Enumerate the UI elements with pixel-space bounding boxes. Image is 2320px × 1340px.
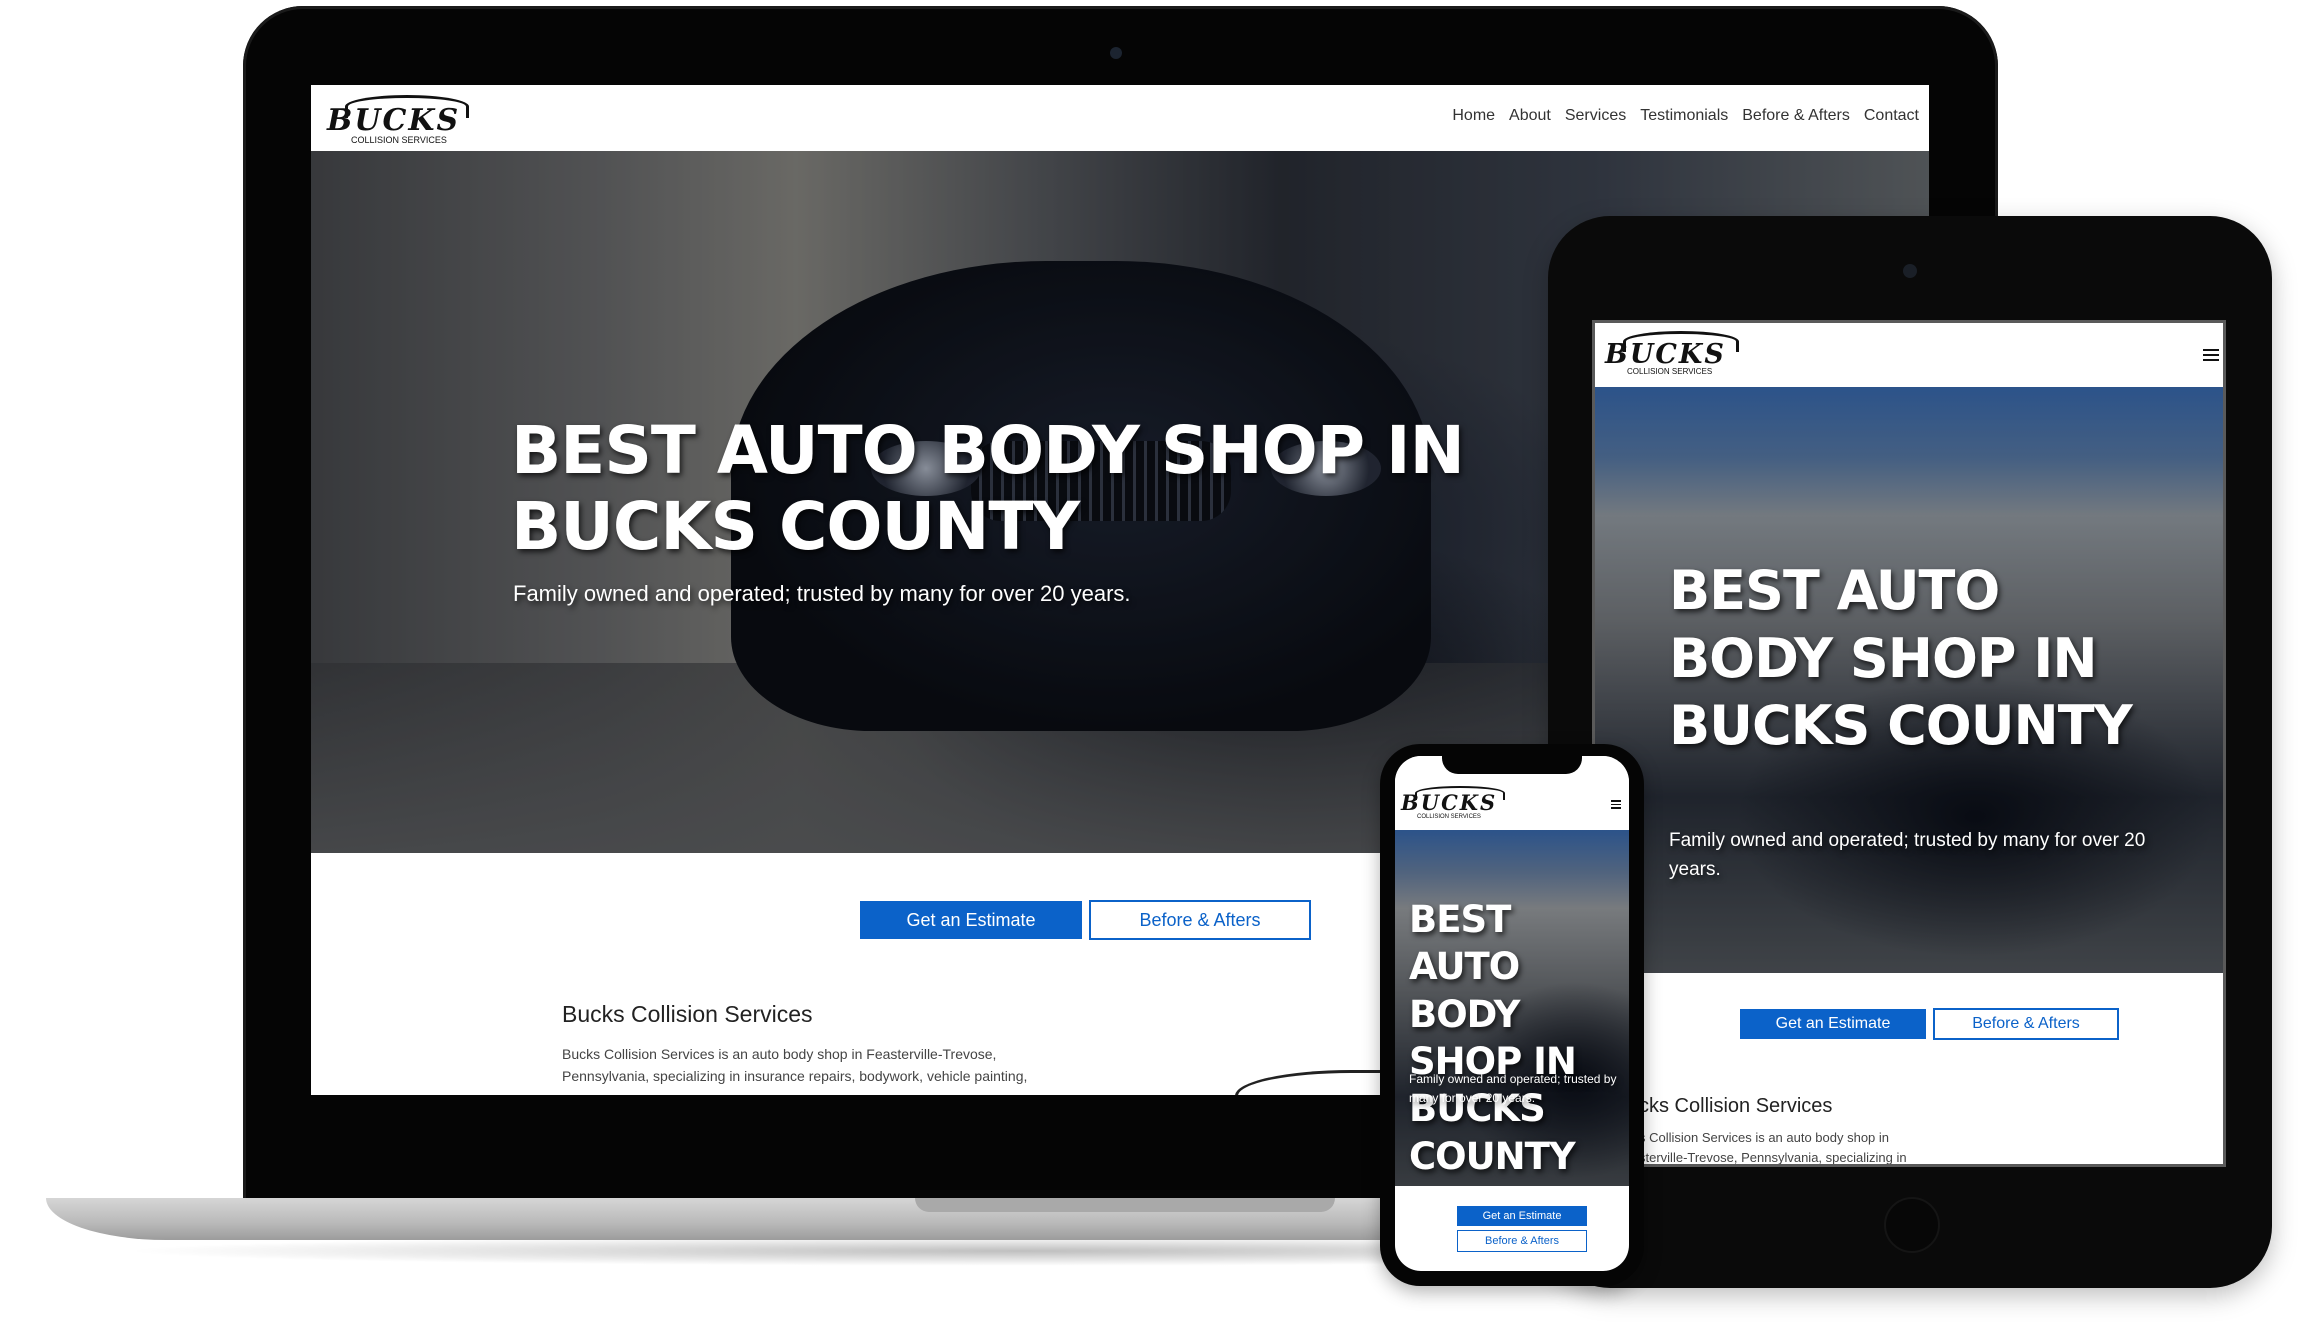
hero-subtitle: Family owned and operated; trusted by ma… <box>513 581 1131 606</box>
tablet-about-body-line-2: sterville-Trevose, Pennsylvania, special… <box>1639 1150 1907 1165</box>
logo-name: BUCKS <box>327 103 461 138</box>
nav-before-afters[interactable]: Before & Afters <box>1742 107 1850 125</box>
tablet-get-estimate-button[interactable]: Get an Estimate <box>1740 1009 1926 1039</box>
about-body: Bucks Collision Services is an auto body… <box>562 1046 1028 1085</box>
about-title: Bucks Collision Services <box>562 1001 813 1027</box>
nav-home[interactable]: Home <box>1452 107 1495 125</box>
phone-before-afters-button[interactable]: Before & Afters <box>1457 1230 1587 1252</box>
tablet-about-title: cks Collision Services <box>1639 1095 1833 1117</box>
nav-services[interactable]: Services <box>1565 107 1626 125</box>
nav-contact[interactable]: Contact <box>1864 107 1919 125</box>
tablet-logo-tagline: COLLISION SERVICES <box>1627 367 1713 376</box>
phone-hero-title: BEST AUTO BODY SHOP IN BUCKS COUNTY <box>1409 898 1577 1178</box>
logo-tagline: COLLISION SERVICES <box>351 135 447 145</box>
phone-hero-subtitle: Family owned and operated; trusted by ma… <box>1409 1072 1617 1106</box>
nav-testimonials[interactable]: Testimonials <box>1640 107 1728 125</box>
tablet-hero-title: BEST AUTO BODY SHOP IN BUCKS COUNTY <box>1669 559 2133 757</box>
laptop-camera-icon <box>1110 47 1122 59</box>
phone-logo-tagline: COLLISION SERVICES <box>1417 814 1481 820</box>
tablet-about-body-line-1: s Collision Services is an auto body sho… <box>1639 1130 1890 1145</box>
phone-get-estimate-button[interactable]: Get an Estimate <box>1457 1206 1587 1226</box>
main-nav: Home About Services Testimonials Before … <box>1452 107 1919 125</box>
brand-logo[interactable]: BUCKS COLLISION SERVICES <box>323 93 473 145</box>
tablet-home-button-icon[interactable] <box>1884 1197 1940 1253</box>
get-estimate-button[interactable]: Get an Estimate <box>860 901 1082 939</box>
phone-notch <box>1442 756 1582 774</box>
phone-screen: BUCKS COLLISION SERVICES BEST AUTO BODY … <box>1395 756 1629 1271</box>
hero-title: BEST AUTO BODY SHOP IN BUCKS COUNTY <box>511 412 1465 565</box>
before-afters-button[interactable]: Before & Afters <box>1089 900 1311 940</box>
tablet-navbar: BUCKS COLLISION SERVICES <box>1595 323 2223 387</box>
phone-menu-hamburger-icon[interactable] <box>1611 800 1621 809</box>
tablet-menu-hamburger-icon[interactable] <box>2203 349 2219 361</box>
tablet-before-afters-button[interactable]: Before & Afters <box>1933 1008 2119 1040</box>
tablet-screen: BUCKS COLLISION SERVICES BEST AUTO BODY … <box>1592 320 2226 1167</box>
laptop-base-notch <box>915 1198 1335 1212</box>
tablet-hero-section: BEST AUTO BODY SHOP IN BUCKS COUNTY Fami… <box>1595 387 2223 973</box>
laptop-navbar: BUCKS COLLISION SERVICES Home About Serv… <box>311 85 1929 152</box>
phone-hero-section: BEST AUTO BODY SHOP IN BUCKS COUNTY Fami… <box>1395 830 1629 1186</box>
phone-brand-logo[interactable]: BUCKS COLLISION SERVICES <box>1401 786 1511 826</box>
tablet-brand-logo[interactable]: BUCKS COLLISION SERVICES <box>1603 329 1743 381</box>
phone-logo-name: BUCKS <box>1401 790 1498 815</box>
tablet-camera-icon <box>1903 264 1917 278</box>
tablet-logo-name: BUCKS <box>1605 339 1726 370</box>
tablet-hero-subtitle: Family owned and operated; trusted by ma… <box>1669 830 2146 880</box>
nav-about[interactable]: About <box>1509 107 1551 125</box>
